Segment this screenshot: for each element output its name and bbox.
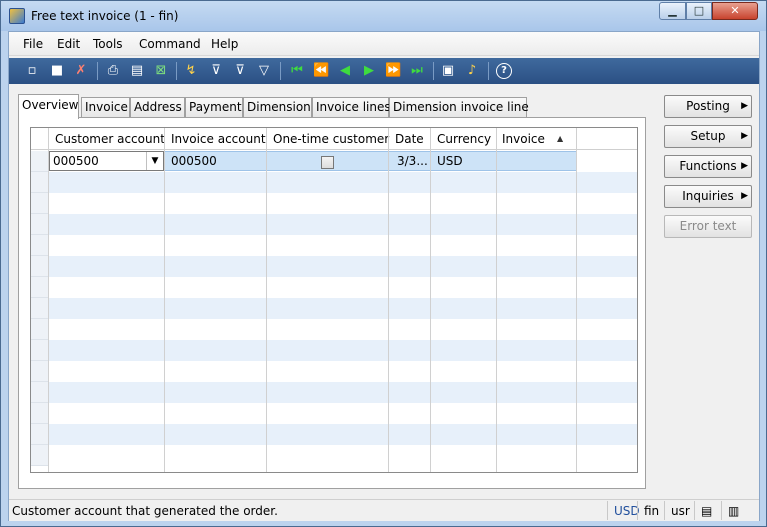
tab-address[interactable]: Address <box>130 97 185 118</box>
error-text-button[interactable]: Error text <box>664 215 752 238</box>
toolbar: ▫ ■ ✗ ⎙ ▤ ⊠ ↯ ⊽ ⊽ ▽ ⏮ ⏪ ◀ ▶ ⏩ ⏭ ▣ ♪ ? <box>9 58 759 84</box>
column-customer-account <box>49 128 165 472</box>
filter-by-selection-icon[interactable]: ⊽ <box>208 63 224 79</box>
minimize-button[interactable]: ▁ <box>659 2 686 20</box>
print-preview-icon[interactable]: ▤ <box>129 63 145 79</box>
toolbar-separator <box>280 62 281 80</box>
title-bar[interactable]: Free text invoice (1 - fin) ▁ □ ✕ <box>1 1 766 31</box>
next-record-icon[interactable]: ▶ <box>361 63 377 79</box>
invoice-account-cell[interactable]: 000500 <box>171 154 217 168</box>
form-client-area: File Edit Tools Command Help ▫ ■ ✗ ⎙ ▤ ⊠… <box>8 31 760 521</box>
first-record-icon[interactable]: ⏮ <box>289 63 305 79</box>
delete-icon[interactable]: ✗ <box>73 63 89 79</box>
chevron-down-icon[interactable]: ▼ <box>146 152 163 170</box>
column-invoice <box>497 128 577 472</box>
column-currency <box>431 128 497 472</box>
menu-file[interactable]: File <box>23 37 43 51</box>
close-button[interactable]: ✕ <box>712 2 758 20</box>
previous-page-icon[interactable]: ⏪ <box>313 63 329 79</box>
toolbar-separator <box>176 62 177 80</box>
maximize-button[interactable]: □ <box>686 2 712 20</box>
tab-overview[interactable]: Overview <box>18 94 79 119</box>
tab-dimension-invoice-line[interactable]: Dimension invoice line <box>389 97 529 118</box>
window-title: Free text invoice (1 - fin) <box>31 9 179 23</box>
overview-tab-panel: Customer account Invoice account One-tim… <box>18 117 646 489</box>
posting-label: Posting <box>686 99 730 113</box>
column-invoice-account <box>165 128 267 472</box>
filter-icon[interactable]: ▽ <box>256 63 272 79</box>
window: Free text invoice (1 - fin) ▁ □ ✕ File E… <box>0 0 767 527</box>
setup-label: Setup <box>690 129 726 143</box>
status-bar: Customer account that generated the orde… <box>9 499 759 521</box>
currency-cell[interactable]: USD <box>437 154 463 168</box>
submenu-arrow-icon: ▶ <box>741 101 748 111</box>
database-icon[interactable]: ▥ <box>721 501 751 520</box>
document-handling-icon[interactable]: ▣ <box>440 63 456 79</box>
next-page-icon[interactable]: ⏩ <box>385 63 401 79</box>
setup-button[interactable]: Setup ▶ <box>664 125 752 148</box>
menu-command[interactable]: Command <box>139 37 201 51</box>
new-icon[interactable]: ▫ <box>24 63 40 79</box>
column-date <box>389 128 431 472</box>
toolbar-separator <box>433 62 434 80</box>
app-icon <box>9 8 25 24</box>
tab-invoice[interactable]: Invoice <box>81 97 130 118</box>
status-company[interactable]: fin <box>637 501 665 520</box>
toolbar-separator <box>488 62 489 80</box>
submenu-arrow-icon: ▶ <box>741 191 748 201</box>
one-time-customer-checkbox[interactable] <box>321 156 334 169</box>
menu-help[interactable]: Help <box>211 37 238 51</box>
tab-dimension[interactable]: Dimension <box>243 97 312 118</box>
print-icon[interactable]: ⎙ <box>105 63 121 79</box>
go-to-main-table-icon[interactable]: ↯ <box>183 63 199 79</box>
submenu-arrow-icon: ▶ <box>741 161 748 171</box>
status-layer[interactable]: usr <box>664 501 694 520</box>
posting-button[interactable]: Posting ▶ <box>664 95 752 118</box>
date-cell[interactable]: 3/3... <box>397 154 428 168</box>
invoice-grid[interactable]: Customer account Invoice account One-tim… <box>30 127 638 473</box>
advanced-filter-icon[interactable]: ⊽ <box>232 63 248 79</box>
tab-payment[interactable]: Payment <box>185 97 243 118</box>
alert-bell-icon[interactable]: ♪ <box>464 63 480 79</box>
previous-record-icon[interactable]: ◀ <box>337 63 353 79</box>
last-record-icon[interactable]: ⏭ <box>409 63 425 79</box>
menu-bar: File Edit Tools Command Help <box>9 32 759 56</box>
toolbar-separator <box>97 62 98 80</box>
status-text: Customer account that generated the orde… <box>12 504 278 518</box>
inquiries-button[interactable]: Inquiries ▶ <box>664 185 752 208</box>
save-icon[interactable]: ■ <box>49 63 65 79</box>
menu-edit[interactable]: Edit <box>57 37 80 51</box>
column-one-time-customer <box>267 128 389 472</box>
submenu-arrow-icon: ▶ <box>741 131 748 141</box>
menu-tools[interactable]: Tools <box>93 37 123 51</box>
tab-invoice-lines[interactable]: Invoice lines <box>312 97 391 118</box>
tab-strip: Overview Invoice Address Payment Dimensi… <box>18 94 529 119</box>
functions-label: Functions <box>679 159 737 173</box>
export-excel-icon[interactable]: ⊠ <box>153 63 169 79</box>
help-icon[interactable]: ? <box>496 63 512 79</box>
inquiries-label: Inquiries <box>682 189 734 203</box>
row-header-column <box>31 128 49 472</box>
print-status-icon[interactable]: ▤ <box>694 501 724 520</box>
functions-button[interactable]: Functions ▶ <box>664 155 752 178</box>
